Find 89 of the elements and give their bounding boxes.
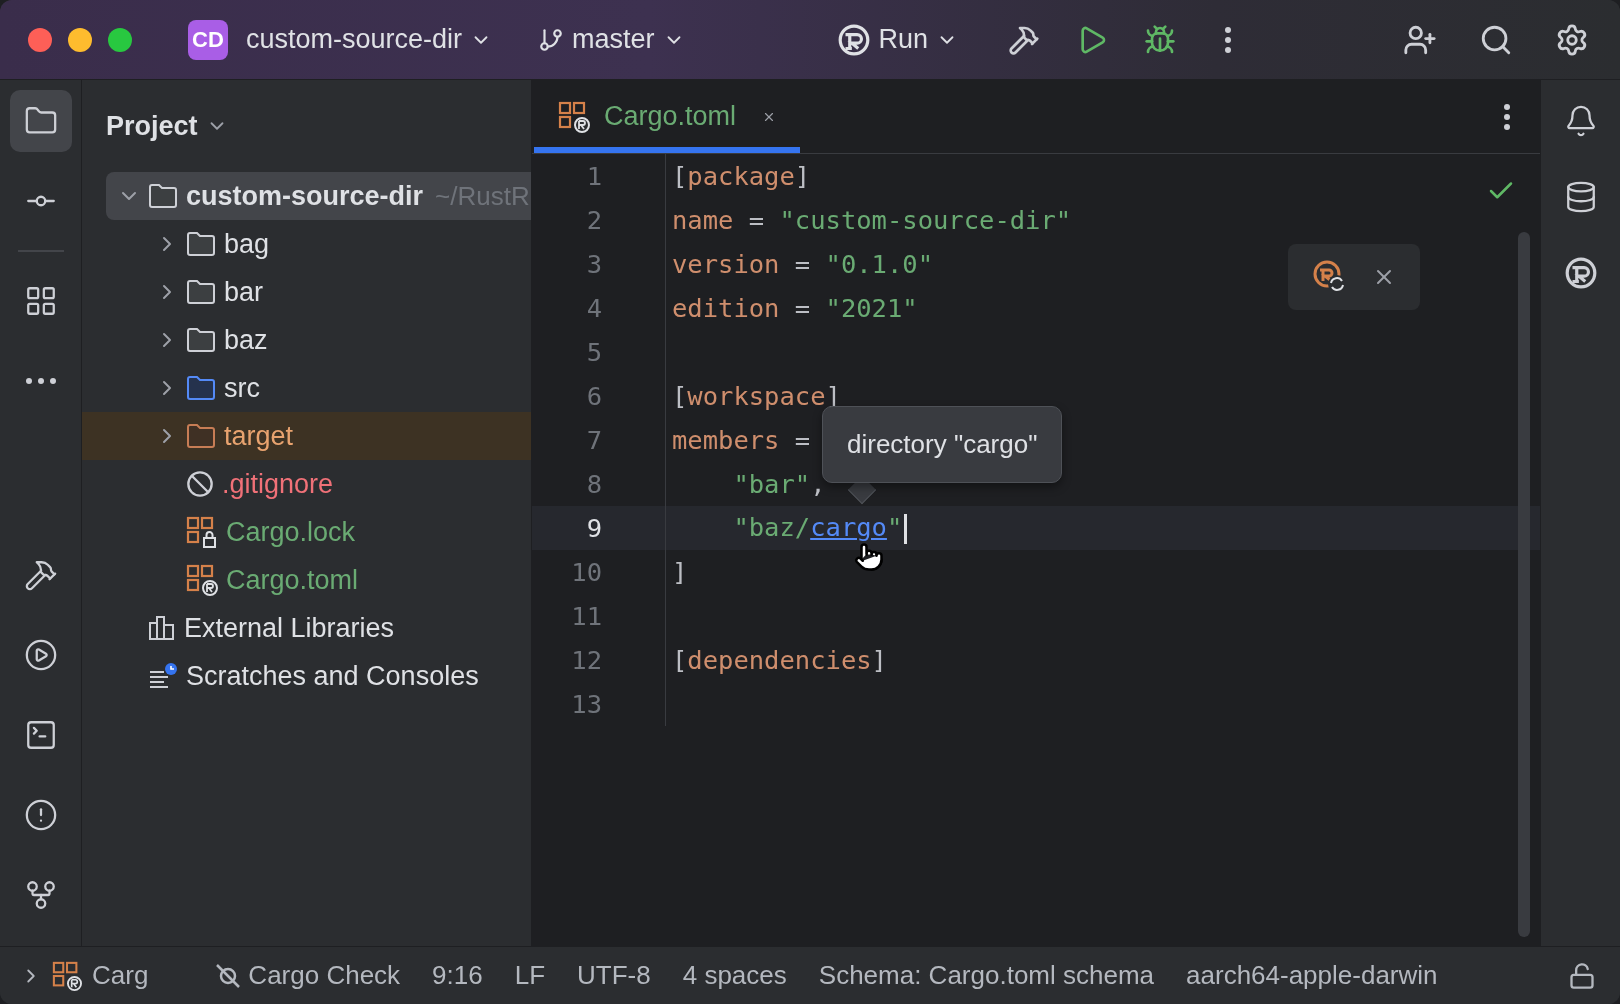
editor-tab[interactable]: Cargo.toml bbox=[534, 80, 800, 153]
hammer-icon bbox=[23, 558, 58, 592]
code-text: "baz/cargo" bbox=[672, 512, 908, 544]
line-number: 9 bbox=[585, 513, 602, 543]
run-config-selector[interactable]: Run bbox=[828, 16, 967, 63]
tree-row[interactable]: src bbox=[82, 364, 531, 412]
tree-label: src bbox=[224, 372, 260, 404]
tree-row[interactable]: External Libraries bbox=[82, 604, 531, 652]
tree-label: target bbox=[224, 420, 294, 452]
line-number: 4 bbox=[585, 293, 602, 323]
tree-label: custom-source-dir bbox=[186, 180, 424, 212]
code-text: [package] bbox=[672, 161, 811, 191]
more-icon[interactable] bbox=[25, 378, 56, 384]
line-number: 3 bbox=[585, 249, 602, 279]
code-text: version = "0.1.0" bbox=[672, 249, 933, 279]
status-item[interactable]: 4 spaces bbox=[666, 960, 803, 991]
maximize-button[interactable] bbox=[108, 27, 132, 52]
code-text: [dependencies] bbox=[672, 645, 887, 675]
folder-icon bbox=[186, 231, 216, 257]
project-selector[interactable]: custom-source-dir bbox=[238, 18, 501, 61]
tree-label: Cargo.toml bbox=[226, 564, 359, 596]
tree-row[interactable]: Cargo.toml bbox=[82, 556, 531, 604]
line-number: 5 bbox=[585, 337, 602, 367]
settings-icon bbox=[1555, 22, 1589, 57]
emblem-icon bbox=[1563, 256, 1598, 290]
status-item[interactable]: Schema: Cargo.toml schema bbox=[802, 960, 1171, 991]
library-icon bbox=[148, 615, 176, 641]
close-button[interactable] bbox=[28, 27, 52, 52]
tree-row[interactable]: Scratches and Consoles bbox=[82, 652, 531, 700]
scratches-icon bbox=[148, 662, 178, 690]
folder-icon bbox=[186, 327, 216, 353]
folder-icon bbox=[186, 279, 216, 305]
line-number: 7 bbox=[585, 425, 602, 455]
code-text: members = bbox=[672, 425, 811, 455]
ignore-icon bbox=[186, 470, 214, 498]
minimize-button[interactable] bbox=[68, 27, 92, 52]
locked-grid-icon bbox=[186, 516, 218, 548]
alert-icon bbox=[23, 798, 58, 832]
tree-label: bar bbox=[224, 276, 264, 308]
line-number: 2 bbox=[585, 205, 602, 235]
bug-icon bbox=[1144, 23, 1177, 56]
status-item[interactable]: UTF-8 bbox=[561, 960, 667, 991]
tree-row[interactable]: baz bbox=[82, 316, 531, 364]
tree-row[interactable]: target bbox=[82, 412, 531, 460]
panel-title[interactable]: Project bbox=[106, 110, 228, 142]
grid-file-icon bbox=[52, 960, 82, 991]
line-number: 1 bbox=[585, 161, 602, 191]
code-text: edition = "2021" bbox=[672, 293, 918, 323]
tool-window-button[interactable] bbox=[9, 90, 72, 152]
tree-label: bag bbox=[224, 228, 270, 260]
grid-file-icon bbox=[186, 564, 218, 596]
tooltip: directory "cargo" bbox=[822, 406, 1063, 483]
tree-label: baz bbox=[224, 324, 268, 356]
project-badge: CD bbox=[188, 19, 228, 60]
tree-row[interactable]: Cargo.lock bbox=[82, 508, 531, 556]
more-icon[interactable] bbox=[1225, 26, 1232, 53]
line-number: 6 bbox=[585, 381, 602, 411]
tree-row[interactable]: .gitignore bbox=[82, 460, 531, 508]
hand-cursor-icon bbox=[854, 542, 884, 572]
tree-label: Scratches and Consoles bbox=[186, 660, 479, 692]
line-number: 11 bbox=[570, 601, 602, 631]
line-number: 10 bbox=[570, 557, 602, 587]
emblem-icon bbox=[836, 22, 871, 57]
folder-icon bbox=[148, 183, 178, 209]
status-item[interactable]: 9:16 bbox=[416, 960, 499, 991]
tree-row[interactable]: bar bbox=[82, 268, 531, 316]
run-icon bbox=[23, 638, 58, 672]
branch-icon bbox=[538, 26, 565, 53]
tree-label: .gitignore bbox=[222, 468, 334, 500]
status-item[interactable]: Cargo Check bbox=[198, 960, 417, 991]
tree-row[interactable]: bag bbox=[82, 220, 531, 268]
more-icon[interactable] bbox=[1504, 103, 1510, 130]
scrollbar[interactable] bbox=[1518, 232, 1530, 937]
status-item[interactable]: aarch64-apple-darwin bbox=[1170, 960, 1454, 991]
folder-icon bbox=[186, 375, 216, 401]
line-number: 13 bbox=[570, 689, 602, 719]
folder-icon bbox=[186, 423, 216, 449]
unlock-icon[interactable] bbox=[1568, 961, 1596, 990]
grid-file-icon bbox=[558, 100, 590, 133]
code-text: ] bbox=[672, 557, 688, 587]
breadcrumb-label: Carg bbox=[92, 960, 149, 991]
branch-selector[interactable]: master bbox=[530, 18, 693, 61]
tree-label: Cargo.lock bbox=[226, 516, 356, 548]
tree-label: External Libraries bbox=[184, 612, 395, 644]
line-number: 8 bbox=[585, 469, 602, 499]
breadcrumb[interactable]: Carg bbox=[20, 960, 149, 991]
line-number: 12 bbox=[570, 645, 602, 675]
code-text: name = "custom-source-dir" bbox=[672, 205, 1072, 235]
status-item[interactable]: LF bbox=[498, 960, 562, 991]
